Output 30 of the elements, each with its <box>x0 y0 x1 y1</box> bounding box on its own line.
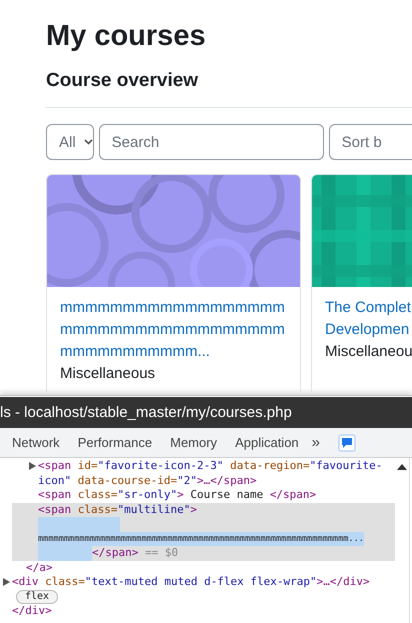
devtools-tab[interactable]: Performance <box>68 428 162 457</box>
expand-triangle-icon[interactable] <box>3 578 10 586</box>
search-field[interactable]: Search <box>98 124 324 160</box>
section-heading: Course overview <box>46 70 200 92</box>
course-category: Miscellaneou <box>325 342 412 362</box>
text-node[interactable]: mmmmmmmmmmmmmmmmmmmmmmmmmmmmmmmmmmmmmmmmmmmmmmmmmmmmmmmmmmmm... <box>38 532 364 546</box>
page-title: My courses <box>46 20 207 53</box>
selection-highlight <box>38 546 92 560</box>
course-title-link[interactable]: The Complet Developmen <box>325 297 412 341</box>
html-element-line[interactable]: <span id="favorite-icon-2-3" data-region="favourite-icon" data-course-id="2">…</span> <box>38 459 391 488</box>
grouping-dropdown[interactable]: All <box>46 124 94 160</box>
html-element-line[interactable]: <span class="multiline"> <box>38 502 197 517</box>
devtools-title: ls - localhost/stable_master/my/courses.php <box>0 404 292 421</box>
closing-tag[interactable]: </div> <box>12 604 52 618</box>
devtools-tab[interactable]: Memory <box>161 428 226 457</box>
sort-dropdown[interactable]: Sort b <box>328 124 412 160</box>
more-tabs-button[interactable]: » <box>308 428 324 457</box>
scroll-up-icon[interactable] <box>397 464 407 470</box>
devtools-tab[interactable]: Network <box>3 428 69 457</box>
devtools-tab[interactable]: Application <box>226 428 308 457</box>
closing-tag[interactable]: </a> <box>26 560 52 575</box>
course-category: Miscellaneous <box>60 364 156 384</box>
expand-triangle-icon[interactable] <box>29 462 36 470</box>
flex-badge[interactable]: flex <box>16 590 58 604</box>
html-element-line[interactable]: <span class="sr-only"> Course name </span> <box>38 488 316 502</box>
html-element-line[interactable]: <div class="text-muted muted d-flex flex-wrap">…</div> <box>12 575 370 590</box>
closing-tag[interactable]: </span> == $0 <box>92 546 178 560</box>
course-title-link[interactable]: mmmmmmmmmmmmmmmmmmmmmmmmmmmmmmmmmmmmmmmmmmmmmmm... <box>60 297 292 363</box>
message-icon[interactable] <box>338 434 356 452</box>
chevron-down-icon <box>84 139 93 145</box>
